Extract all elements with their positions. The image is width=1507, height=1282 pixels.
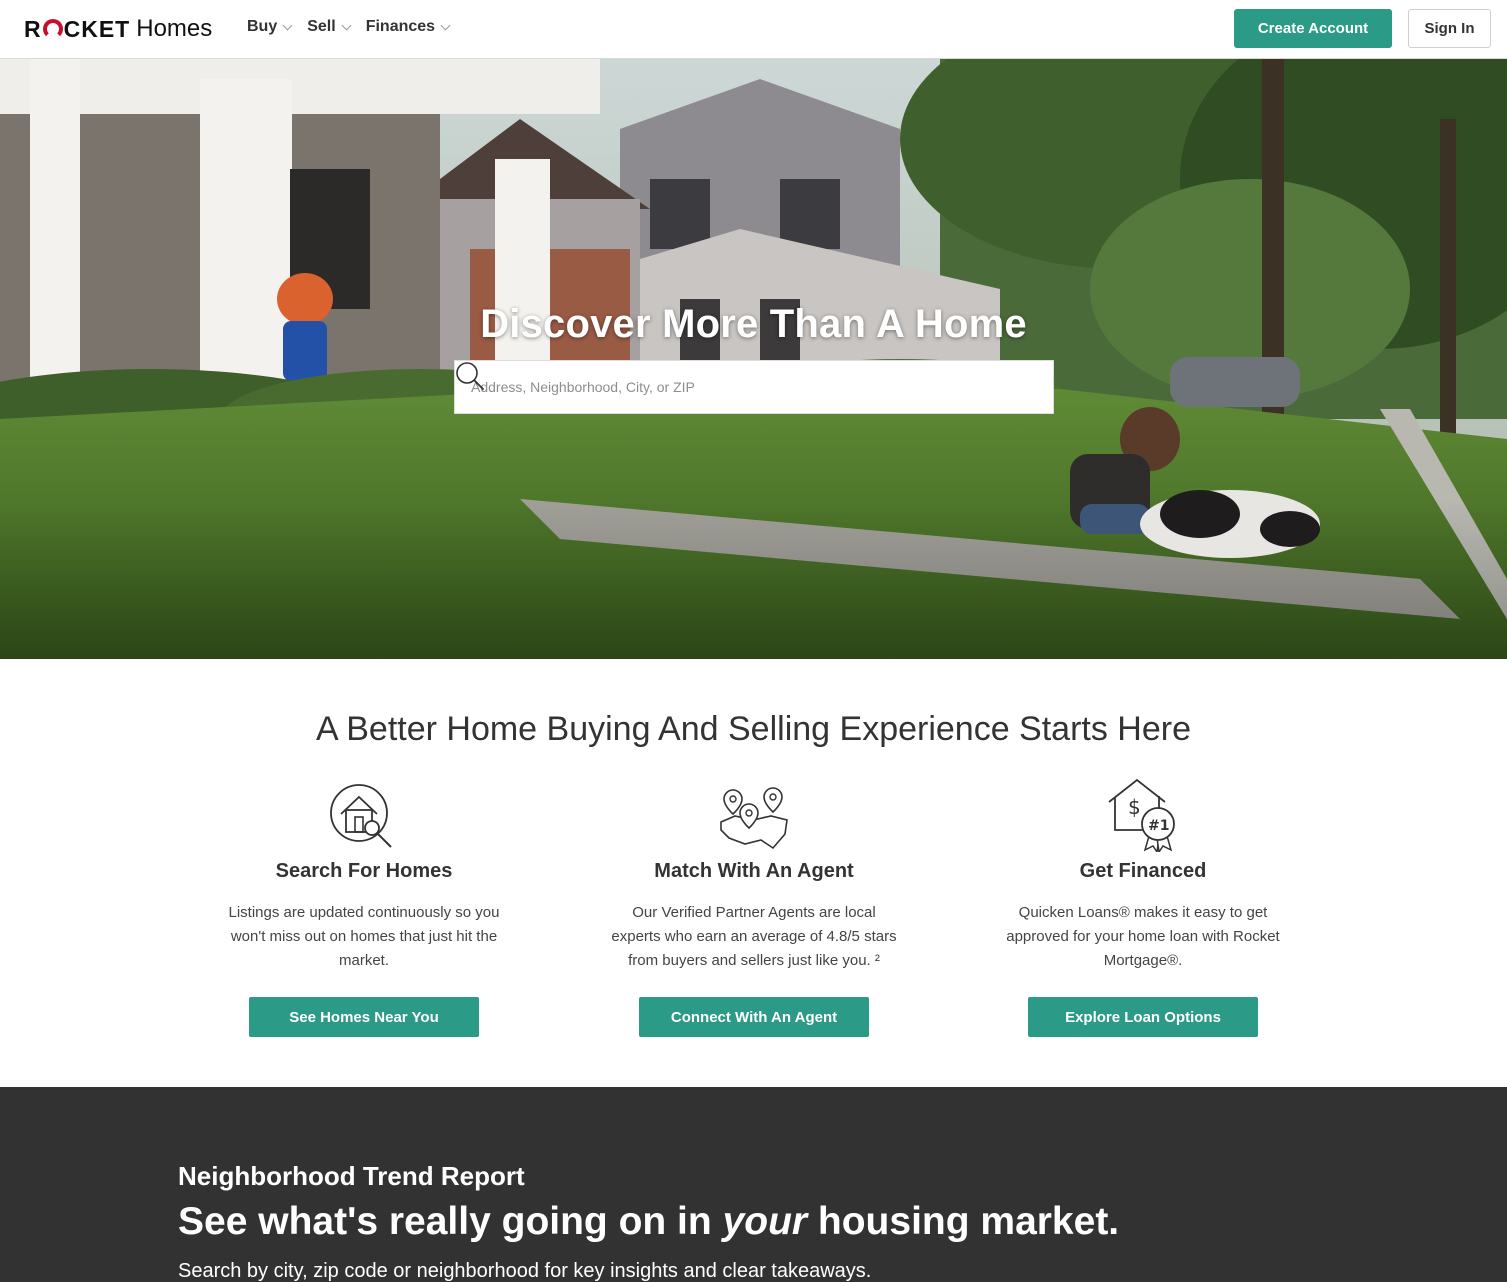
search-input[interactable] (455, 361, 999, 413)
explore-loan-button[interactable]: Explore Loan Options (1028, 997, 1258, 1037)
logo-homes-text: Homes (136, 15, 213, 42)
home-search-bar (454, 360, 1054, 414)
svg-text:$: $ (1128, 795, 1141, 819)
search-icon[interactable] (456, 360, 1053, 414)
see-homes-button[interactable]: See Homes Near You (249, 997, 479, 1037)
house-magnifier-icon (199, 776, 529, 852)
nav-finances[interactable]: Finances (366, 18, 451, 36)
feature-match-agent: Match With An Agent Our Verified Partner… (589, 776, 919, 1037)
chevron-down-icon (341, 20, 352, 30)
feature-get-financed: $ #1 Get Financed Quicken Loans® makes i… (978, 776, 1308, 1037)
feature-description: Listings are updated continuously so you… (228, 904, 500, 969)
svg-text:#1: #1 (1148, 818, 1169, 834)
feature-description: Our Verified Partner Agents are local ex… (611, 904, 897, 969)
features-heading: A Better Home Buying And Selling Experie… (315, 710, 1192, 748)
sign-in-button[interactable]: Sign In (1408, 9, 1491, 48)
connect-agent-button[interactable]: Connect With An Agent (639, 997, 869, 1037)
nav-sell[interactable]: Sell (307, 18, 352, 36)
logo-o-icon (42, 19, 63, 39)
rocket-homes-logo[interactable]: R CKET Homes (24, 14, 212, 44)
chevron-down-icon (440, 20, 451, 30)
main-nav: Buy Sell Finances (247, 18, 451, 36)
feature-description: Quicken Loans® makes it easy to get appr… (1006, 904, 1280, 969)
hero-background-photo (0, 59, 1507, 659)
feature-search-homes: Search For Homes Listings are updated co… (199, 776, 529, 1037)
map-pins-icon (589, 776, 919, 852)
feature-heading: Get Financed (1079, 860, 1207, 882)
site-header: R CKET Homes Buy Sell Finances Create Acc… (0, 0, 1507, 59)
trend-report-headline: See what's really going on in your housi… (178, 1200, 1120, 1243)
hero-section: Discover More Than A Home (0, 59, 1507, 659)
create-account-button[interactable]: Create Account (1234, 9, 1392, 48)
feature-heading: Search For Homes (275, 860, 453, 882)
hero-title: Discover More Than A Home (480, 302, 1027, 346)
trend-report-subtitle: Search by city, zip code or neighborhood… (178, 1260, 872, 1282)
feature-heading: Match With An Agent (654, 860, 854, 882)
trend-report-section: Neighborhood Trend Report See what's rea… (0, 1087, 1507, 1282)
logo-wordmark: R CKET (24, 15, 131, 42)
house-dollar-award-icon: $ #1 (978, 776, 1308, 852)
chevron-down-icon (282, 20, 293, 30)
trend-report-kicker: Neighborhood Trend Report (178, 1161, 525, 1191)
nav-buy[interactable]: Buy (247, 18, 293, 36)
